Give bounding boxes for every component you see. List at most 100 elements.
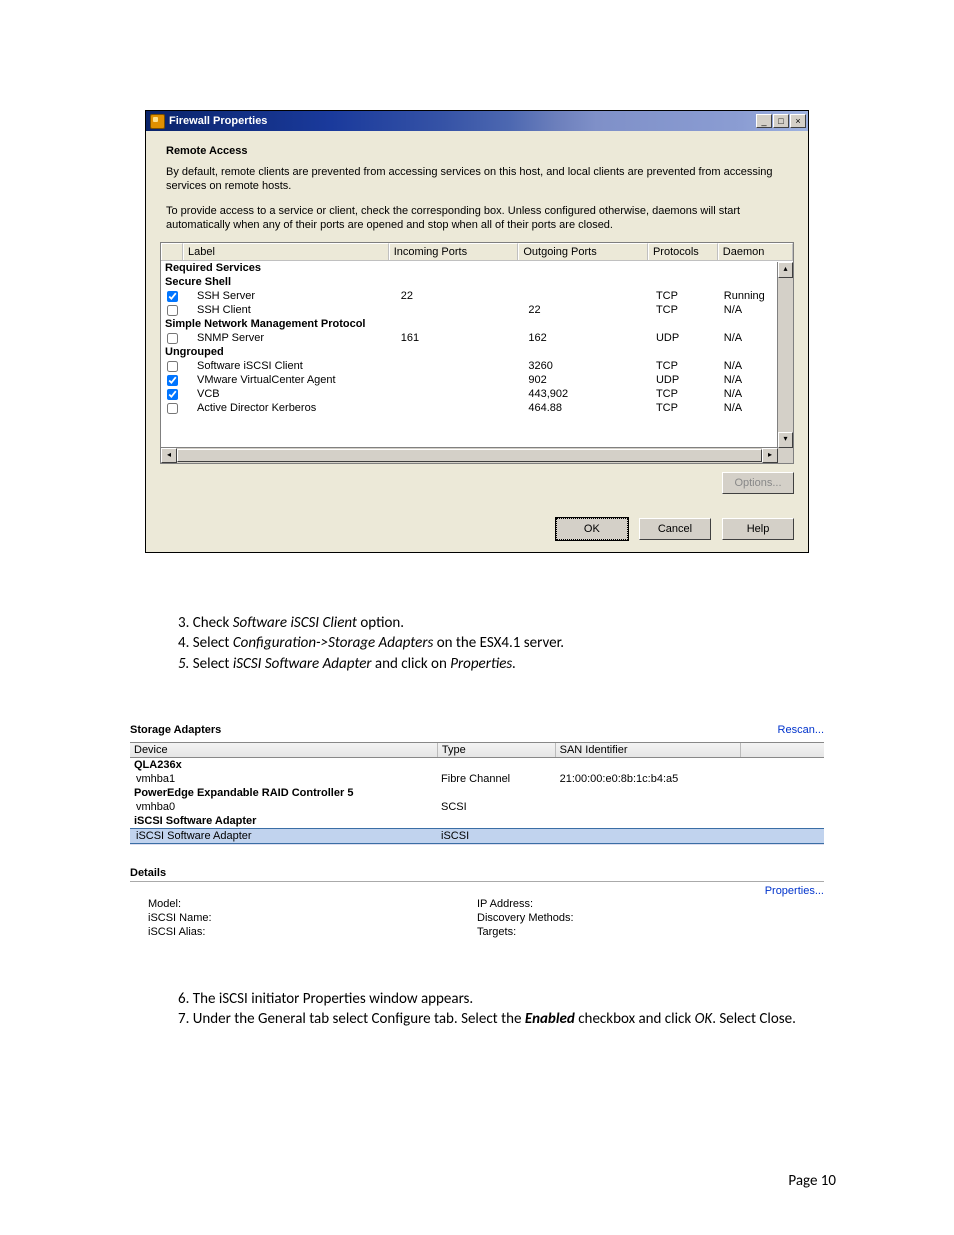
adapter-san [554, 800, 739, 814]
step-3-italic: Software iSCSI Client [233, 614, 357, 632]
service-label: Software iSCSI Client [183, 360, 397, 372]
adapter-type: Fibre Channel [435, 772, 554, 786]
service-row[interactable]: SSH Server22TCPRunning [161, 289, 793, 303]
service-outgoing: 902 [524, 374, 652, 386]
firewall-icon [150, 114, 165, 129]
service-group: Required Services [161, 261, 793, 275]
service-checkbox[interactable] [167, 375, 178, 386]
service-checkbox[interactable] [167, 333, 178, 344]
service-row[interactable]: Active Director Kerberos464.88TCPN/A [161, 401, 793, 415]
scroll-left-icon[interactable]: ◂ [161, 448, 177, 463]
col-san[interactable]: SAN Identifier [556, 743, 742, 757]
scroll-up-icon[interactable]: ▴ [778, 262, 793, 278]
service-label: SSH Server [183, 290, 397, 302]
step-7-ok: OK [695, 1010, 713, 1028]
options-button[interactable]: Options... [722, 472, 794, 494]
col-type[interactable]: Type [438, 743, 556, 757]
storage-adapters-panel: Storage Adapters Rescan... Device Type S… [130, 724, 824, 939]
intro-paragraph-2: To provide access to a service or client… [166, 204, 788, 233]
step-4-tail: on the ESX4.1 server. [433, 634, 564, 652]
service-protocol: UDP [652, 332, 720, 344]
col-outgoing[interactable]: Outgoing Ports [518, 243, 648, 260]
service-checkbox[interactable] [167, 389, 178, 400]
service-incoming: 161 [397, 332, 525, 344]
vertical-scrollbar[interactable]: ▴ ▾ [777, 262, 793, 448]
service-group-label: Required Services [161, 262, 265, 274]
properties-link[interactable]: Properties... [765, 885, 824, 897]
service-checkbox-cell[interactable] [161, 361, 183, 372]
horizontal-scrollbar[interactable]: ◂ ▸ [161, 447, 778, 463]
service-protocol: UDP [652, 374, 720, 386]
label-discovery: Discovery Methods: [477, 911, 806, 925]
service-outgoing: 443,902 [524, 388, 652, 400]
details-grid: Model: iSCSI Name: iSCSI Alias: IP Addre… [130, 897, 824, 939]
titlebar: Firewall Properties _ □ × [146, 111, 808, 131]
step-5-num: 5. [178, 655, 189, 673]
minimize-button[interactable]: _ [756, 114, 772, 128]
service-checkbox-cell[interactable] [161, 389, 183, 400]
adapter-row[interactable]: vmhba1Fibre Channel21:00:00:e0:8b:1c:b4:… [130, 772, 824, 786]
adapter-spacer [739, 772, 824, 786]
col-daemon[interactable]: Daemon [718, 243, 793, 260]
step-6: 6. The iSCSI initiator Properties window… [178, 989, 836, 1009]
scroll-right-icon[interactable]: ▸ [762, 448, 778, 463]
rescan-link[interactable]: Rescan... [778, 724, 824, 736]
adapter-device: vmhba0 [130, 800, 435, 814]
service-row[interactable]: Software iSCSI Client3260TCPN/A [161, 359, 793, 373]
maximize-button[interactable]: □ [773, 114, 789, 128]
service-label: VMware VirtualCenter Agent [183, 374, 397, 386]
service-row[interactable]: VCB443,902TCPN/A [161, 387, 793, 401]
adapter-device: iSCSI Software Adapter [130, 829, 435, 843]
ok-button[interactable]: OK [556, 518, 628, 540]
col-label[interactable]: Label [183, 243, 389, 260]
instruction-block-2: 6. The iSCSI initiator Properties window… [178, 989, 836, 1030]
service-checkbox[interactable] [167, 403, 178, 414]
label-ip: IP Address: [477, 897, 806, 911]
cancel-button[interactable]: Cancel [639, 518, 711, 540]
scroll-down-icon[interactable]: ▾ [778, 432, 793, 448]
service-checkbox[interactable] [167, 361, 178, 372]
service-group-label: Simple Network Management Protocol [161, 318, 369, 330]
help-button[interactable]: Help [722, 518, 794, 540]
service-group-label: Ungrouped [161, 346, 228, 358]
service-group-label: Secure Shell [161, 276, 235, 288]
adapter-san [554, 829, 739, 843]
adapter-row[interactable]: vmhba0SCSI [130, 800, 824, 814]
step-7-enabled: Enabled [525, 1010, 575, 1028]
service-row[interactable]: VMware VirtualCenter Agent902UDPN/A [161, 373, 793, 387]
adapter-group: QLA236x [130, 758, 824, 772]
service-outgoing: 162 [524, 332, 652, 344]
service-row[interactable]: SSH Client22TCPN/A [161, 303, 793, 317]
service-protocol: TCP [652, 360, 720, 372]
details-heading: Details [130, 867, 824, 882]
service-protocol: TCP [652, 290, 720, 302]
service-checkbox-cell[interactable] [161, 305, 183, 316]
adapter-group-label: PowerEdge Expandable RAID Controller 5 [130, 786, 824, 800]
step-7-c: checkbox and click [575, 1010, 695, 1028]
service-checkbox-cell[interactable] [161, 291, 183, 302]
close-button[interactable]: × [790, 114, 806, 128]
service-checkbox-cell[interactable] [161, 403, 183, 414]
step-5-text: Select [189, 655, 232, 673]
firewall-properties-window: Firewall Properties _ □ × Remote Access … [145, 110, 809, 553]
adapter-type: SCSI [435, 800, 554, 814]
adapter-device: vmhba1 [130, 772, 435, 786]
services-table-header: Label Incoming Ports Outgoing Ports Prot… [161, 243, 793, 261]
col-protocols[interactable]: Protocols [648, 243, 718, 260]
step-5-mid: and click on [372, 655, 451, 673]
service-checkbox-cell[interactable] [161, 375, 183, 386]
col-incoming[interactable]: Incoming Ports [389, 243, 519, 260]
service-incoming: 22 [397, 290, 525, 302]
col-device[interactable]: Device [130, 743, 438, 757]
service-row[interactable]: SNMP Server161162UDPN/A [161, 331, 793, 345]
service-checkbox[interactable] [167, 291, 178, 302]
adapter-row[interactable]: iSCSI Software AdapteriSCSI [130, 828, 824, 844]
section-heading: Remote Access [166, 145, 788, 157]
service-label: SSH Client [183, 304, 397, 316]
service-checkbox-cell[interactable] [161, 333, 183, 344]
step-7-a: 7. Under the General tab select Configur… [178, 1010, 525, 1028]
adapter-group: iSCSI Software Adapter [130, 814, 824, 828]
service-outgoing: 22 [524, 304, 652, 316]
service-checkbox[interactable] [167, 305, 178, 316]
scroll-thumb[interactable] [177, 449, 762, 462]
